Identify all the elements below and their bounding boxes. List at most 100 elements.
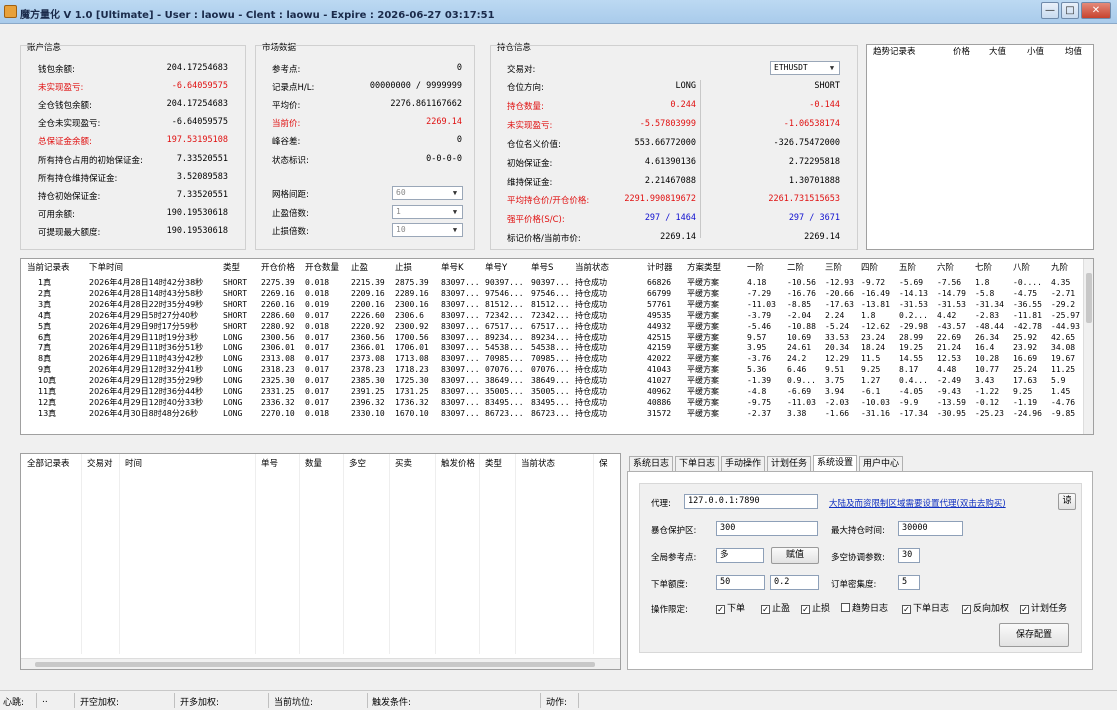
proxy-input[interactable]: 127.0.0.1:7890 [684,494,818,509]
all-table-scrollbar[interactable] [21,658,620,669]
tab-order-log[interactable]: 下单日志 [675,456,719,472]
current-column-header[interactable]: 止损 [393,261,412,275]
current-column-header[interactable]: 四阶 [859,261,878,275]
tab-user-center[interactable]: 用户中心 [859,456,903,472]
current-column-header[interactable]: 八阶 [1011,261,1030,275]
table-row[interactable]: 1真 2026年4月28日14时42分38秒 SHORT 2275.39 0.018 22… [21,277,1081,288]
current-column-header[interactable]: 当前记录表 [25,261,70,275]
current-column-header[interactable]: 开仓数量 [303,261,339,275]
operation-checkbox[interactable]: ✓ 下单 [716,603,745,615]
current-column-header[interactable]: 方案类型 [685,261,721,275]
table-row[interactable]: 7真 2026年4月29日11时36分51秒 LONG 2306.01 0.017 236… [21,342,1081,353]
table-cell: 2875.39 [395,278,429,287]
operation-checkbox[interactable]: 趋势日志 [841,603,888,615]
close-button[interactable]: ✕ [1081,2,1111,19]
all-column-header[interactable]: 时间 [123,457,142,471]
order-amount-ratio-input[interactable]: 0.2 [770,575,819,590]
table-cell: 07076... [531,365,570,375]
all-column-header[interactable]: 保 [597,457,608,471]
current-column-header[interactable]: 六阶 [935,261,954,275]
current-column-header[interactable]: 七阶 [973,261,992,275]
all-column-header[interactable]: 买卖 [393,457,412,471]
current-column-header[interactable]: 三阶 [823,261,842,275]
trend-column-header[interactable]: 大值 [987,45,1006,59]
current-column-header[interactable]: 一阶 [745,261,764,275]
current-column-header[interactable]: 单号K [439,261,464,275]
checkbox-checked-icon[interactable]: ✓ [1020,605,1029,614]
all-column-header[interactable]: 交易对 [85,457,113,471]
table-row[interactable]: 10真 2026年4月29日12时35分29秒 LONG 2325.30 0.017 23… [21,375,1081,386]
current-column-header[interactable]: 单号S [529,261,553,275]
table-row[interactable]: 4真 2026年4月29日5时27分40秒 SHORT 2286.60 0.017 222… [21,310,1081,321]
trend-column-header[interactable]: 趋势记录表 [871,45,916,59]
current-column-header[interactable]: 开仓价格 [259,261,295,275]
trend-record-table[interactable]: 趋势记录表 价格 大值 小值 均值 [866,44,1094,250]
all-column-header[interactable]: 单号 [259,457,278,471]
current-column-header[interactable]: 计时器 [645,261,673,275]
table-row[interactable]: 11真 2026年4月29日12时36分44秒 LONG 2331.25 0.017 23… [21,386,1081,397]
current-column-header[interactable]: 二阶 [785,261,804,275]
proxy-test-button[interactable]: 谅 [1058,493,1076,510]
checkbox-checked-icon[interactable]: ✓ [801,605,810,614]
checkbox-checked-icon[interactable]: ✓ [716,605,725,614]
operation-checkbox[interactable]: ✓ 止盈 [761,603,790,615]
checkbox-unchecked-icon[interactable] [841,603,850,612]
all-column-header[interactable]: 多空 [347,457,366,471]
trend-column-header[interactable]: 小值 [1025,45,1044,59]
scrollbar-thumb[interactable] [35,662,595,667]
all-column-header[interactable]: 全部记录表 [25,457,70,471]
proxy-purchase-link[interactable]: 大陆及而资限制区域需要设置代理(双击去购买) [829,497,1006,509]
table-cell: 2318.23 [261,365,295,375]
tab-manual-ops[interactable]: 手动操作 [721,456,765,472]
table-cell: SHORT [223,278,248,287]
global-reference-input[interactable]: 多 [716,548,764,563]
checkbox-checked-icon[interactable]: ✓ [962,605,971,614]
current-table-scrollbar[interactable] [1083,259,1093,434]
table-row[interactable]: 8真 2026年4月29日11时43分42秒 LONG 2313.08 0.017 237… [21,353,1081,364]
table-cell: -4.8 [747,387,767,396]
max-hold-time-input[interactable]: 30000 [898,521,963,536]
long-short-coordination-input[interactable]: 30 [898,548,920,563]
checkbox-checked-icon[interactable]: ✓ [902,605,911,614]
operation-checkbox[interactable]: ✓ 计划任务 [1020,603,1067,615]
trend-column-header[interactable]: 均值 [1063,45,1082,59]
minimize-button[interactable]: — [1041,2,1059,19]
current-column-header[interactable]: 当前状态 [573,261,609,275]
tab-system-settings[interactable]: 系统设置 [813,455,857,472]
current-column-header[interactable]: 类型 [221,261,240,275]
all-column-header[interactable]: 数量 [303,457,322,471]
current-column-header[interactable]: 单号Y [483,261,507,275]
table-row[interactable]: 5真 2026年4月29日9时17分59秒 SHORT 2280.92 0.018 222… [21,321,1081,332]
liquidation-protect-input[interactable]: 300 [716,521,818,536]
table-row[interactable]: 12真 2026年4月29日12时40分33秒 LONG 2336.32 0.017 23… [21,397,1081,408]
table-row[interactable]: 2真 2026年4月28日14时43分58秒 SHORT 2269.16 0.018 22… [21,288,1081,299]
current-column-header[interactable]: 下单时间 [87,261,123,275]
assign-button[interactable]: 赋值 [771,547,819,564]
all-column-header[interactable]: 当前状态 [519,457,555,471]
table-row[interactable]: 6真 2026年4月29日11时19分3秒 LONG 2300.56 0.017 2360… [21,332,1081,343]
maximize-button[interactable]: □ [1061,2,1079,19]
operation-checkbox[interactable]: ✓ 反向加权 [962,603,1009,615]
trend-column-header[interactable]: 价格 [951,45,970,59]
table-cell: 平缓方案 [687,299,719,309]
order-density-input[interactable]: 5 [898,575,920,590]
current-record-table[interactable]: 当前记录表 下单时间 类型 开仓价格 开仓数量 止盈 止损 单号K 单号Y 单号S 当前状态 计时器方… [20,258,1094,435]
save-config-button[interactable]: 保存配置 [999,623,1069,647]
checkbox-checked-icon[interactable]: ✓ [761,605,770,614]
scrollbar-thumb[interactable] [1086,273,1092,323]
current-column-header[interactable]: 止盈 [349,261,368,275]
current-column-header[interactable]: 九阶 [1049,261,1068,275]
operation-checkbox[interactable]: ✓ 下单日志 [902,603,949,615]
all-column-header[interactable]: 触发价格 [439,457,475,471]
order-amount-input[interactable]: 50 [716,575,765,590]
operation-checkbox[interactable]: ✓ 止损 [801,603,830,615]
tab-system-log[interactable]: 系统日志 [629,456,673,472]
table-row[interactable]: 13真 2026年4月30日8时48分26秒 LONG 2270.10 0.018 233… [21,408,1081,419]
table-row[interactable]: 9真 2026年4月29日12时32分41秒 LONG 2318.23 0.017 237… [21,364,1081,375]
table-cell: -7.29 [747,288,772,298]
current-column-header[interactable]: 五阶 [897,261,916,275]
all-column-header[interactable]: 类型 [483,457,502,471]
table-row[interactable]: 3真 2026年4月28日22时35分49秒 SHORT 2260.16 0.019 22… [21,299,1081,310]
all-record-table[interactable]: 全部记录表 交易对 时间 单号 数量 多空 买卖 触发价格 类型 当前状态 保 [20,453,621,670]
tab-scheduled-tasks[interactable]: 计划任务 [767,456,811,472]
